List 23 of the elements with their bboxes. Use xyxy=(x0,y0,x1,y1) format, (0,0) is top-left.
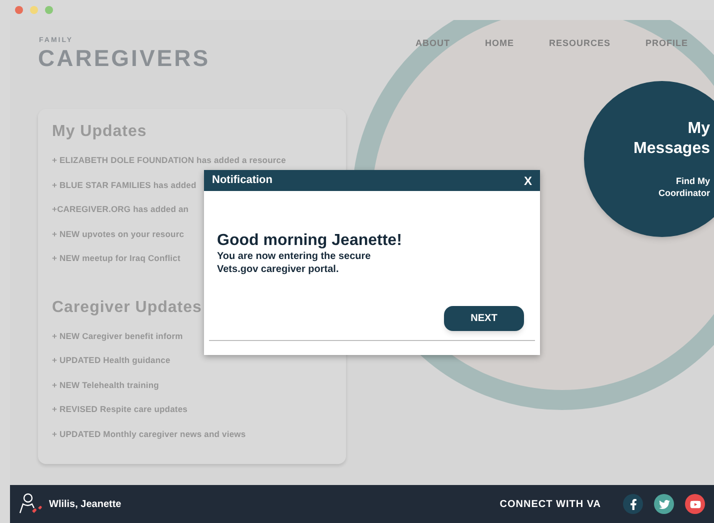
section-title: My Updates xyxy=(52,122,148,142)
greeting: Good morning Jeanette! xyxy=(217,232,403,250)
update-item[interactable]: + ELIZABETH DOLE FOUNDATION has added a resource xyxy=(52,148,332,172)
close-button[interactable]: X xyxy=(524,172,532,190)
message-text: You are now entering the secure Vets.gov caregiver portal. xyxy=(217,250,372,276)
update-item[interactable]: + REVISED Respite care updates xyxy=(52,397,332,422)
next-button[interactable]: NEXT xyxy=(444,306,524,331)
nav-link[interactable]: ABOUT xyxy=(415,37,450,49)
youtube-icon[interactable] xyxy=(685,494,705,514)
user-name[interactable]: Wlilis, Jeanette xyxy=(49,496,122,512)
coordinator-link[interactable]: Find My Coordinator xyxy=(650,175,710,199)
caregiver-icon xyxy=(19,493,43,515)
update-item[interactable]: + UPDATED Monthly caregiver news and views xyxy=(52,422,332,446)
connect-label: CONNECT WITH VA xyxy=(500,498,601,512)
nav-link[interactable]: PROFILE xyxy=(645,37,688,49)
nav-link[interactable]: RESOURCES xyxy=(548,37,610,49)
update-item[interactable]: + NEW Telehealth training xyxy=(52,372,332,397)
messages-title: My Messages xyxy=(632,119,710,159)
facebook-icon[interactable] xyxy=(623,494,643,514)
section-title: Caregiver Updates xyxy=(52,298,203,318)
dialog-title: Notification xyxy=(212,173,272,188)
twitter-icon[interactable] xyxy=(654,494,674,514)
nav-link[interactable]: HOME xyxy=(484,37,514,49)
